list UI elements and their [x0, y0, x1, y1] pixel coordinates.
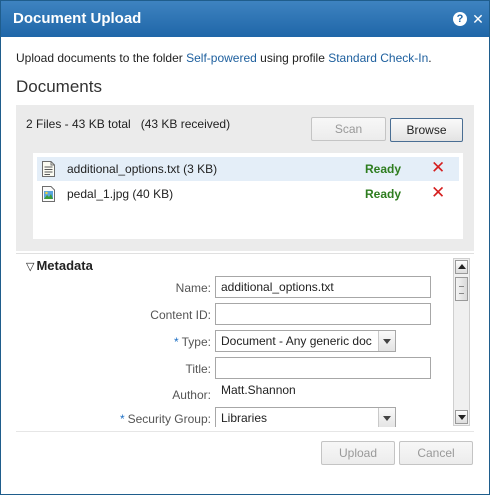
name-label: Name: [175, 281, 211, 295]
question-mark-icon[interactable]: ? [453, 12, 467, 26]
profile-link[interactable]: Standard Check-In [328, 51, 428, 65]
intro-prefix: Upload documents to the folder [16, 51, 187, 65]
author-value: Matt.Shannon [221, 383, 296, 397]
document-upload-dialog: Document Upload ? ✕ Upload documents to … [0, 0, 490, 495]
intro-suffix: . [428, 51, 432, 65]
file-name: pedal_1.jpg (40 KB) [67, 187, 174, 201]
collapse-triangle-icon[interactable]: ▽ [26, 261, 34, 273]
footer-divider [16, 431, 474, 432]
file-status: Ready [365, 162, 402, 176]
type-select-value: Document - Any generic doc [221, 334, 372, 348]
text-file-icon [42, 161, 55, 177]
type-label-text: Type: [181, 335, 211, 349]
dialog-title-bar[interactable]: Document Upload ? ✕ [1, 1, 489, 37]
title-label: Title: [185, 362, 211, 376]
upload-button[interactable]: Upload [321, 441, 395, 465]
file-name: additional_options.txt (3 KB) [67, 162, 218, 176]
files-summary: 2 Files - 43 KB total (43 KB received) [26, 117, 231, 131]
author-label: Author: [172, 388, 211, 402]
required-marker: * [119, 412, 125, 426]
file-list: additional_options.txt (3 KB) Ready ✕ pe… [33, 153, 463, 239]
chevron-down-icon[interactable] [378, 331, 395, 351]
content-id-field[interactable] [215, 303, 431, 325]
documents-heading: Documents [16, 77, 102, 96]
scroll-down-icon[interactable] [455, 410, 468, 424]
security-group-label-text: Security Group: [127, 412, 211, 426]
remove-file-icon[interactable]: ✕ [431, 183, 445, 203]
browse-button[interactable]: Browse [390, 118, 463, 142]
title-field[interactable] [215, 357, 431, 379]
folder-link[interactable]: Self-powered [186, 51, 257, 65]
scroll-up-icon[interactable] [455, 260, 468, 274]
cancel-button[interactable]: Cancel [399, 441, 473, 465]
close-icon[interactable]: ✕ [471, 12, 485, 26]
remove-file-icon[interactable]: ✕ [431, 158, 445, 178]
metadata-section: ▽ Metadata Name: additional_options.txt C… [16, 253, 474, 427]
type-label: * Type: [31, 335, 211, 349]
file-row[interactable]: additional_options.txt (3 KB) Ready ✕ [37, 157, 459, 181]
name-field[interactable]: additional_options.txt [215, 276, 431, 298]
type-select[interactable]: Document - Any generic doc [215, 330, 396, 352]
security-group-select-value: Libraries [221, 411, 268, 425]
required-marker: * [173, 335, 179, 349]
security-group-label: * Security Group: [31, 412, 211, 426]
metadata-heading[interactable]: ▽ Metadata [26, 258, 93, 273]
scrollbar-thumb[interactable] [455, 277, 468, 301]
upload-intro-text: Upload documents to the folder Self-powe… [16, 51, 432, 65]
dialog-title: Document Upload [13, 10, 142, 27]
content-id-label: Content ID: [150, 308, 211, 322]
security-group-select[interactable]: Libraries [215, 407, 396, 427]
chevron-down-icon[interactable] [378, 408, 395, 427]
scan-button[interactable]: Scan [311, 117, 386, 141]
metadata-heading-label: Metadata [36, 258, 93, 273]
file-row[interactable]: pedal_1.jpg (40 KB) Ready ✕ [37, 182, 459, 206]
metadata-scrollbar[interactable] [453, 258, 470, 426]
image-file-icon [42, 186, 55, 202]
file-status: Ready [365, 187, 402, 201]
files-panel: 2 Files - 43 KB total (43 KB received) S… [16, 105, 474, 251]
intro-middle: using profile [256, 51, 329, 65]
